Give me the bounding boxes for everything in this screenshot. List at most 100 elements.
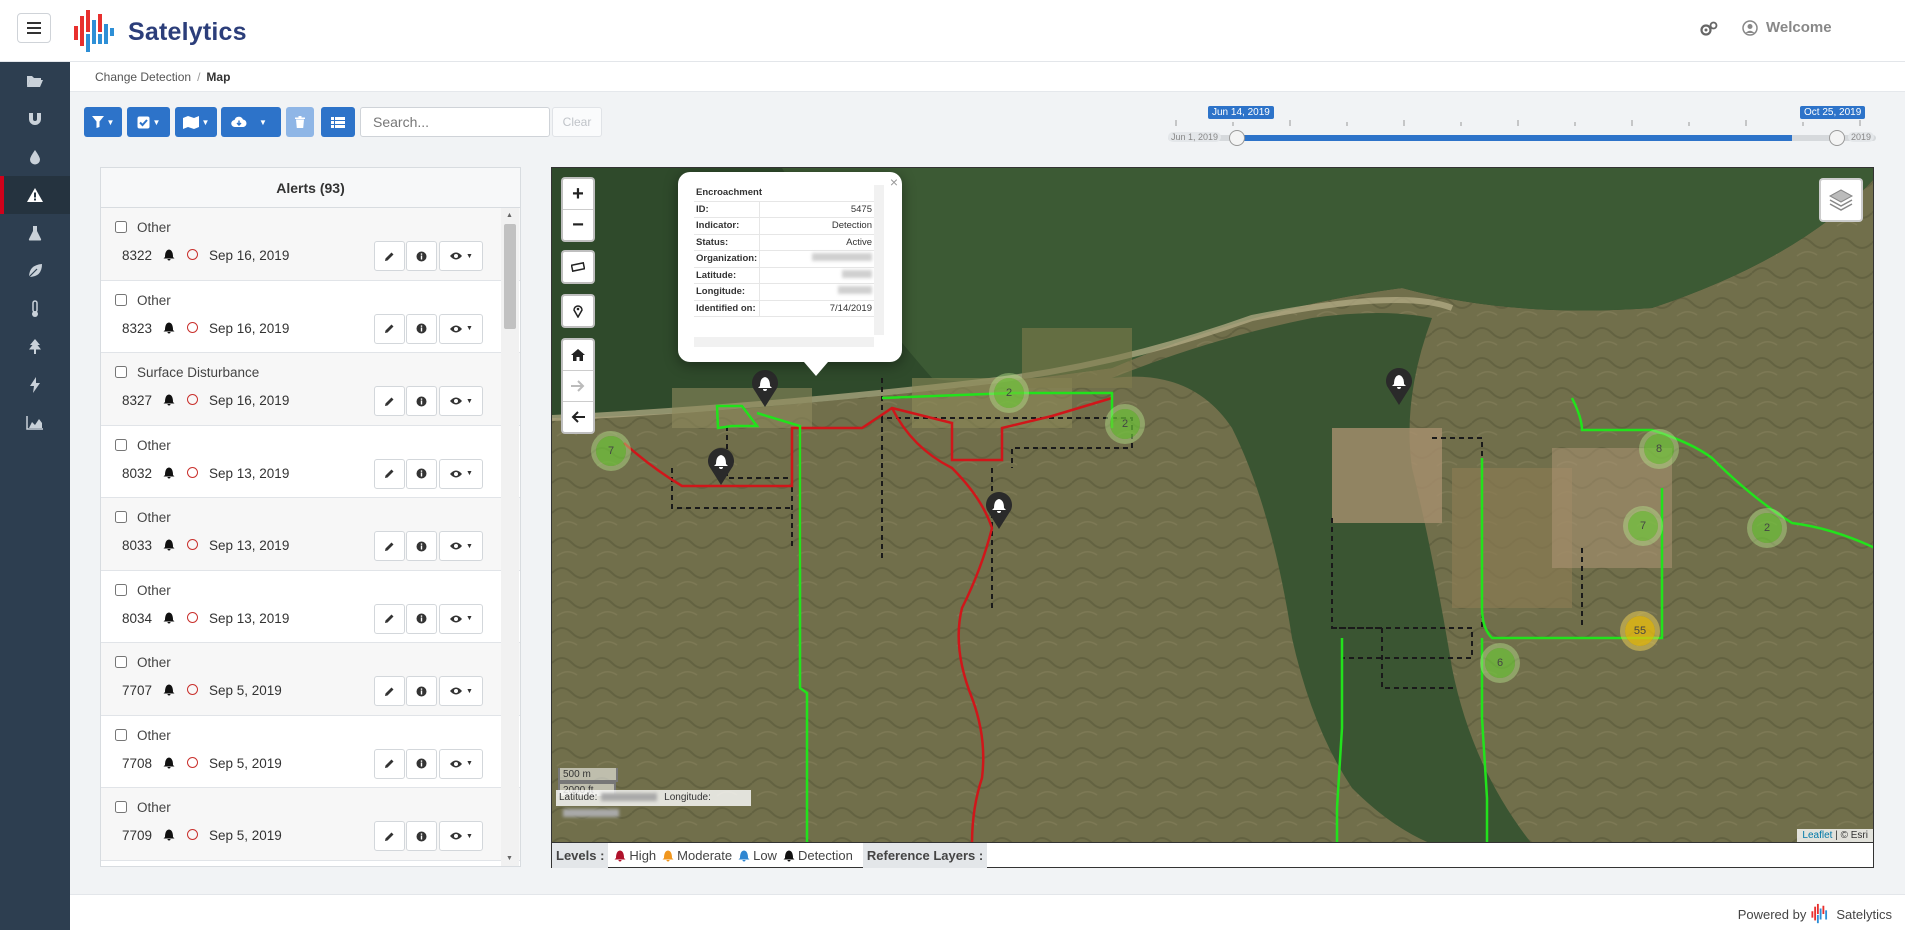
alert-row[interactable]: Other 8032 Sep 13, 2019 ▼ [101,426,520,498]
alerts-scrollbar[interactable]: ▲ ▼ [501,208,519,866]
edit-alert-button[interactable] [374,531,405,561]
menu-toggle-button[interactable] [17,13,51,43]
alert-view-dropdown-button[interactable]: ▼ [439,531,483,561]
map-dropdown-button[interactable]: ▼ [175,107,217,137]
download-dropdown-button[interactable]: ▼ [221,107,281,137]
home-button[interactable] [563,340,593,371]
sidebar-item-alerts[interactable] [0,176,70,214]
sidebar-item-projects[interactable] [0,62,70,100]
alert-row[interactable]: Other 7709 Sep 5, 2019 ▼ [101,788,520,861]
alert-view-dropdown-button[interactable]: ▼ [439,241,483,271]
scroll-down-icon[interactable]: ▼ [506,855,513,862]
map-cluster[interactable]: 8 [1644,434,1674,464]
popup-close-button[interactable]: × [890,174,898,190]
edit-alert-button[interactable] [374,458,405,489]
alert-info-button[interactable] [406,531,437,561]
forward-button[interactable] [563,371,593,402]
alert-view-dropdown-button[interactable]: ▼ [439,386,483,416]
alert-info-button[interactable] [406,458,437,489]
detection-marker-icon[interactable] [984,488,1014,530]
edit-alert-button[interactable] [374,241,405,271]
sidebar-item-vegetation[interactable] [0,252,70,290]
alert-checkbox[interactable] [115,293,127,306]
map-cluster[interactable]: 7 [1628,511,1658,541]
detection-marker-icon[interactable] [706,444,736,486]
alert-row[interactable]: ▼ [101,861,520,867]
select-dropdown-button[interactable]: ▼ [127,107,170,137]
layers-button[interactable] [1819,178,1863,222]
edit-alert-button[interactable] [374,386,405,416]
map-cluster[interactable]: 2 [1752,513,1782,543]
leaflet-link[interactable]: Leaflet [1802,830,1832,841]
alert-checkbox[interactable] [115,221,127,233]
popup-vertical-scrollbar[interactable] [874,185,884,335]
map-view[interactable]: 7 2 2 8 7 2 55 6 + − × Encroachment ID: … [551,167,1874,843]
alert-row[interactable]: Other 7708 Sep 5, 2019 ▼ [101,716,520,788]
alert-checkbox[interactable] [115,511,127,523]
alert-row[interactable]: Other 7707 Sep 5, 2019 ▼ [101,643,520,716]
map-cluster[interactable]: 2 [994,378,1024,408]
search-input[interactable] [360,107,550,137]
sidebar-item-analytics[interactable] [0,404,70,442]
alert-view-dropdown-button[interactable]: ▼ [439,458,483,489]
alert-checkbox[interactable] [115,656,127,668]
timeline-end-handle[interactable] [1829,130,1845,146]
map-cluster[interactable]: 55 [1625,616,1655,646]
alert-checkbox[interactable] [115,438,127,451]
filter-dropdown-button[interactable]: ▼ [84,107,122,137]
edit-alert-button[interactable] [374,676,405,706]
back-button[interactable] [563,402,593,432]
alert-info-button[interactable] [406,313,437,344]
map-cluster[interactable]: 7 [596,436,626,466]
alert-info-button[interactable] [406,821,437,851]
alerts-scroll-thumb[interactable] [504,224,516,329]
detection-marker-icon[interactable] [750,366,780,408]
sidebar-item-temperature[interactable] [0,290,70,328]
edit-alert-button[interactable] [374,821,405,851]
alert-view-dropdown-button[interactable]: ▼ [439,676,483,706]
zoom-in-button[interactable]: + [563,179,593,210]
sidebar-item-forest[interactable] [0,328,70,366]
alert-view-dropdown-button[interactable]: ▼ [439,603,483,634]
sidebar-item-water[interactable] [0,138,70,176]
alert-checkbox[interactable] [115,801,127,813]
locate-button[interactable] [563,296,593,326]
alert-info-button[interactable] [406,386,437,416]
alert-checkbox[interactable] [115,366,127,378]
measure-button[interactable] [563,252,593,282]
map-cluster[interactable]: 6 [1485,648,1515,678]
sidebar-item-power[interactable] [0,366,70,404]
alert-row[interactable]: Other 8034 Sep 13, 2019 ▼ [101,571,520,643]
alert-info-button[interactable] [406,603,437,634]
alert-info-button[interactable] [406,676,437,706]
alert-info-button[interactable] [406,748,437,779]
alert-checkbox[interactable] [115,583,127,596]
satelytics-logo[interactable]: Satelytics [72,8,247,56]
edit-alert-button[interactable] [374,313,405,344]
alert-view-dropdown-button[interactable]: ▼ [439,748,483,779]
timeline-start-handle[interactable] [1229,130,1245,146]
date-range-slider[interactable]: Jun 14, 2019 Oct 25, 2019 Jun 1, 2019 20… [1168,104,1876,148]
alert-row[interactable]: Other 8033 Sep 13, 2019 ▼ [101,498,520,571]
alert-row[interactable]: Surface Disturbance 8327 Sep 16, 2019 ▼ [101,353,520,426]
sidebar-item-chemical[interactable] [0,214,70,252]
alert-view-dropdown-button[interactable]: ▼ [439,821,483,851]
alert-info-button[interactable] [406,241,437,271]
alert-checkbox[interactable] [115,728,127,741]
scroll-up-icon[interactable]: ▲ [506,212,513,219]
edit-alert-button[interactable] [374,603,405,634]
detection-marker-icon[interactable] [1384,364,1414,406]
user-menu[interactable]: Welcome [1742,19,1832,36]
popup-horizontal-scrollbar[interactable] [694,337,874,347]
alert-row[interactable]: Other 8322 Sep 16, 2019 ▼ [101,208,520,281]
alert-row[interactable]: Other 8323 Sep 16, 2019 ▼ [101,281,520,353]
alert-view-dropdown-button[interactable]: ▼ [439,313,483,344]
list-view-button[interactable] [321,107,355,137]
zoom-out-button[interactable]: − [563,210,593,240]
edit-alert-button[interactable] [374,748,405,779]
settings-button[interactable] [1700,21,1718,40]
sidebar-item-magnet[interactable] [0,100,70,138]
clear-button[interactable]: Clear [552,107,602,137]
delete-button[interactable] [286,107,314,137]
breadcrumb-change-detection[interactable]: Change Detection [95,70,191,84]
